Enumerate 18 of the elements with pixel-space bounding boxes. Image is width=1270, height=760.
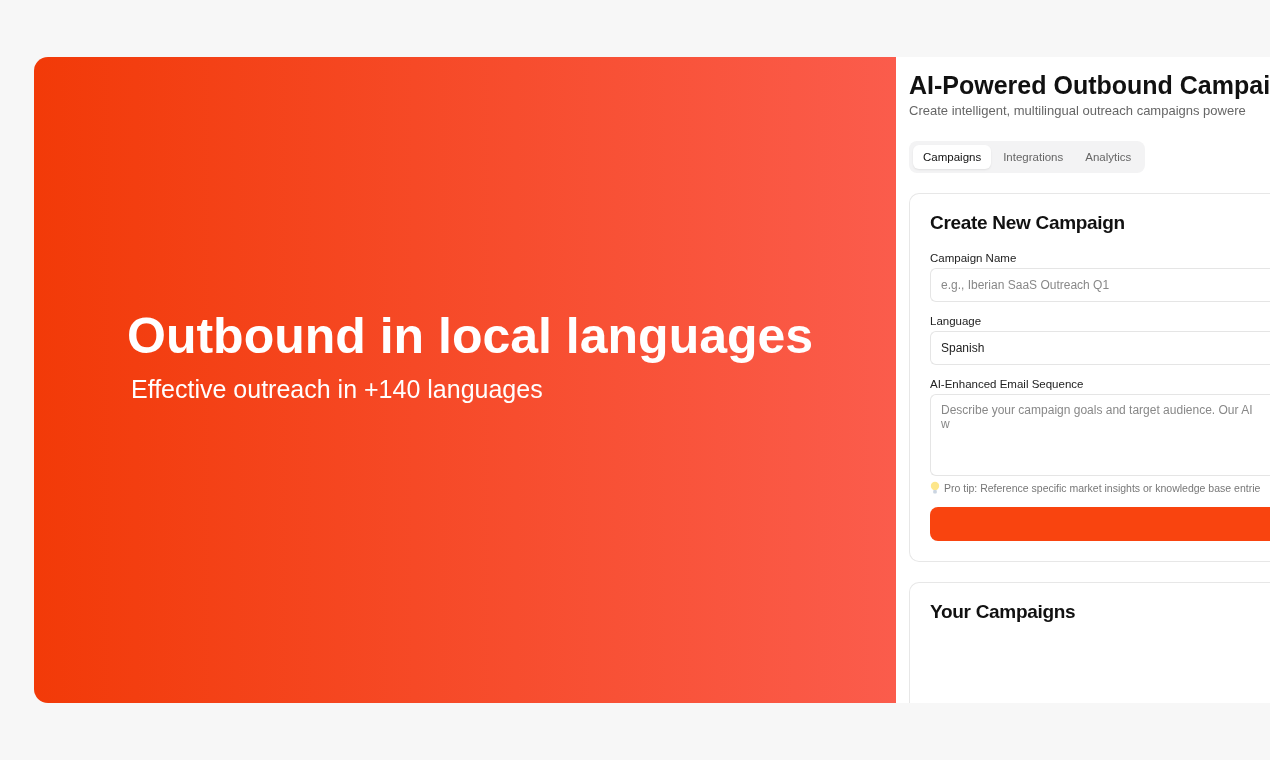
tab[interactable]: Integrations [993, 145, 1074, 169]
campaign-name-field[interactable]: e.g., Iberian SaaS Outreach Q1 [930, 268, 1270, 302]
pro-tip-text: Pro tip: Reference specific market insights or knowledge base entrie [944, 482, 1261, 494]
language-select[interactable]: Spanish [930, 331, 1270, 365]
email-sequence-field[interactable]: Describe your campaign goals and target audience. Our AI w [930, 394, 1270, 476]
card-title: Your Campaigns [930, 601, 1077, 623]
field-label: Language [930, 315, 983, 327]
tab[interactable]: Analytics [1075, 145, 1142, 169]
field-label: Campaign Name [930, 252, 1018, 264]
create-button[interactable] [930, 507, 1270, 541]
field-label: AI-Enhanced Email Sequence [930, 378, 1085, 390]
app-subtitle: Create intelligent, multilingual outreach campaigns powere [909, 103, 1247, 118]
hero-subtitle: Effective outreach in +140 languages [131, 374, 544, 404]
app-title: AI-Powered Outbound Campai [909, 71, 1270, 100]
hero-title: Outbound in local languages [127, 306, 815, 365]
lightbulb-icon [930, 481, 940, 495]
card-title: Create New Campaign [930, 212, 1126, 234]
tab[interactable]: Campaigns [913, 145, 992, 169]
